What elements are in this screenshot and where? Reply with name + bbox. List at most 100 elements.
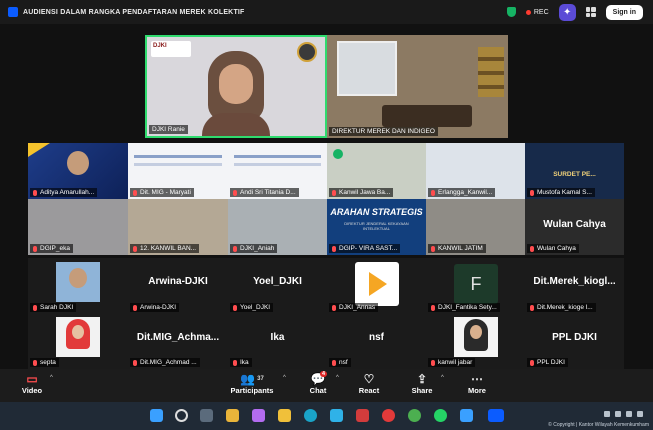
mic-muted-icon [133,189,137,196]
video-button[interactable]: ▭ Video [2,371,62,396]
participant-tile[interactable]: Erlangga_Kanwil... [426,143,525,199]
participant-name-label: 12. KANWIL BAN... [130,244,200,253]
participant-video [67,151,89,175]
participant-tile[interactable]: PPL DJKI PPL DJKI [525,314,624,369]
participant-name-label: Dit.MIG_Achmad ... [130,358,200,367]
recording-indicator[interactable]: REC [525,8,549,16]
mic-muted-icon [431,359,435,366]
participant-tile[interactable]: septa [28,314,128,369]
participant-tile[interactable]: kanwil jabar [426,314,525,369]
photos-icon[interactable] [460,409,473,422]
participant-tile[interactable]: Yoel_DJKI Yoel_DJKI [228,258,327,314]
speaker-tile[interactable]: DIREKTUR MEREK DAN INDIGEO [327,35,508,138]
participant-tile[interactable]: DJKI_Annas [327,258,426,314]
participants-label: Participants [230,386,274,395]
slide-title: ARAHAN STRATEGIS [330,207,423,217]
task-view-icon[interactable] [200,409,213,422]
mic-muted-icon [33,245,37,252]
participant-tile[interactable]: DJKI_Aniah [228,199,327,255]
search-icon[interactable] [175,409,188,422]
participant-name-label: Yoel_DJKI [230,303,274,312]
react-button[interactable]: ♡ React [339,371,399,396]
file-explorer-icon[interactable] [278,409,291,422]
djki-logo: DJKI [151,41,191,57]
participant-tile[interactable]: Dit.Merek_kiogl... Dit.Merek_kioge l... [525,258,624,314]
participant-display-name: PPL DJKI [552,332,597,343]
mic-muted-icon [431,245,435,252]
widgets-icon[interactable] [226,409,239,422]
mic-muted-icon [530,359,534,366]
system-tray[interactable] [604,411,643,417]
meeting-title: AUDIENSI DALAM RANGKA PENDAFTARAN MEREK … [23,8,245,16]
share-options-caret-icon[interactable]: ^ [441,375,444,381]
participant-tile[interactable]: Kanwil Jawa Ba... [327,143,426,199]
participant-tile[interactable]: F DJKI_Fantika Sety... [426,258,525,314]
participant-name-label: Wulan Cahya [527,244,579,253]
mic-muted-icon [33,189,37,196]
participant-name-label: DJKI_Annas [329,303,379,312]
windows-taskbar: © Copyright | Kantor Wilayah Kemenkumham [0,402,653,430]
participant-display-name: nsf [369,332,384,343]
participant-name-label: nsf [329,358,351,367]
participant-tile[interactable]: Sarah DJKI [28,258,128,314]
room-window [337,41,397,96]
pinterest-icon[interactable] [382,409,395,422]
app-m-icon[interactable] [356,409,369,422]
copilot-icon[interactable] [252,409,265,422]
participants-icon: 👥 37 [240,371,264,386]
start-windows-icon[interactable] [150,409,163,422]
participant-tile[interactable]: KANWIL JATIM [426,199,525,255]
mic-muted-icon [133,359,137,366]
mic-muted-icon [530,245,534,252]
participant-tile[interactable]: Andi Sri Titania D... [228,143,327,199]
participant-name-label: Erlangga_Kanwil... [428,188,496,197]
meeting-top-bar: AUDIENSI DALAM RANGKA PENDAFTARAN MEREK … [0,0,653,24]
sign-in-button[interactable]: Sign in [605,4,643,20]
participant-name-label: Dit.Merek_kioge l... [527,303,596,312]
participant-tile[interactable]: SURDET PE... Mustofa Kamal S... [525,143,624,199]
participant-tile[interactable]: Dit. MIG - Maryati [128,143,228,199]
video-label: Video [21,386,43,395]
more-button[interactable]: ⋯ More [447,371,507,396]
participant-name-label: Kanwil Jawa Ba... [329,188,394,197]
heart-icon: ♡ [363,371,375,386]
mic-muted-icon [332,245,336,252]
video-off-icon: ▭ [26,371,38,386]
participant-tile[interactable]: 12. KANWIL BAN... [128,199,228,255]
participant-tile[interactable]: Dit.MIG_Achma... Dit.MIG_Achmad ... [128,314,228,369]
edge-icon[interactable] [304,409,317,422]
rec-label: REC [533,8,549,16]
ai-companion-icon[interactable]: ✦ [558,3,576,21]
view-grid-icon[interactable] [585,7,596,17]
mic-muted-icon [233,304,237,311]
mic-muted-icon [233,189,237,196]
participant-name-label: Mustofa Kamal S... [527,188,595,197]
participant-name-label: kanwil jabar [428,358,476,367]
chrome-icon[interactable] [408,409,421,422]
participants-button[interactable]: 👥 37 Participants [222,371,282,396]
participants-options-caret-icon[interactable]: ^ [283,375,286,381]
room-cabinet [478,47,504,97]
profile-photo [56,317,100,357]
mic-muted-icon [332,189,336,196]
participant-name-label: PPL DJKI [527,358,568,367]
participant-tile[interactable]: nsf nsf [327,314,426,369]
mic-muted-icon [431,189,435,196]
active-speaker-tile[interactable]: DJKI DJKI Ranie [145,35,327,138]
mic-muted-icon [133,245,137,252]
participant-tile[interactable]: Aditya Amarullah... [28,143,128,199]
security-shield-icon[interactable] [506,7,516,17]
participant-tile[interactable]: Ika Ika [228,314,327,369]
mic-muted-icon [33,359,37,366]
whatsapp-icon[interactable] [434,409,447,422]
zoom-taskbar-icon[interactable] [488,409,504,422]
mic-muted-icon [530,304,534,311]
meeting-toolbar: ▭ Video ^ 👥 37 Participants ^ 💬 Chat 4 ^ … [0,369,653,402]
outlook-icon[interactable] [330,409,343,422]
participant-tile[interactable]: Wulan Cahya Wulan Cahya [525,199,624,255]
participant-name-label: DIREKTUR MEREK DAN INDIGEO [329,127,438,136]
participant-tile[interactable]: ARAHAN STRATEGIS DIREKTUR JENDERAL KEKAY… [327,199,426,255]
video-options-caret-icon[interactable]: ^ [50,375,53,381]
participant-tile[interactable]: Arwina-DJKI Arwina-DJKI [128,258,228,314]
participant-tile[interactable]: DGIP_eka [28,199,128,255]
